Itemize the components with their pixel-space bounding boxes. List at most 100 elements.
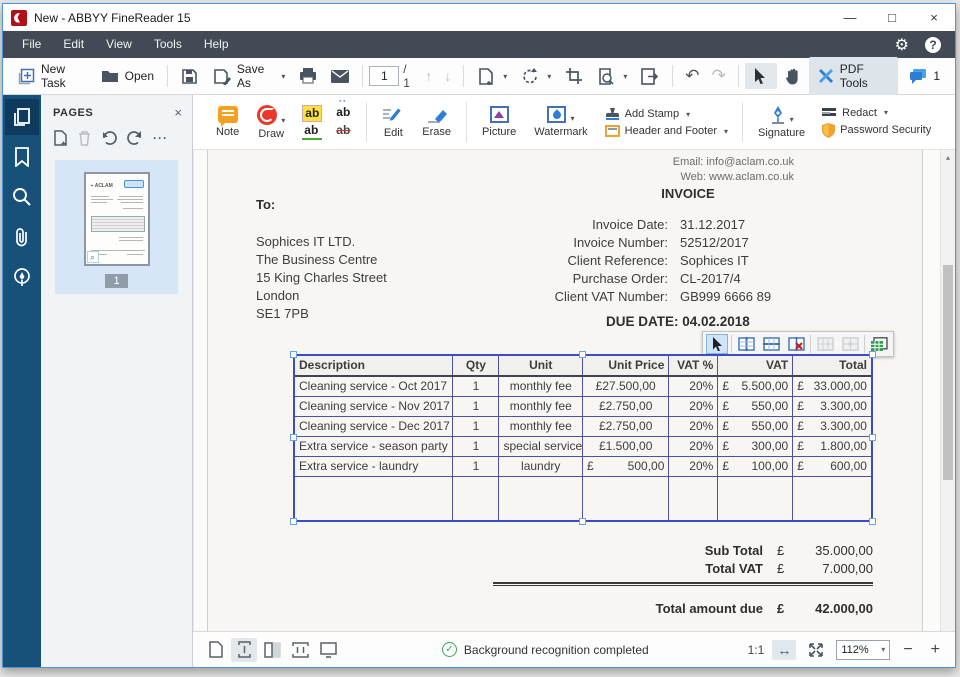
draw-button[interactable]: ▾ Draw <box>248 103 294 142</box>
redact-caret-icon[interactable]: ▾ <box>884 108 888 117</box>
region-handle[interactable] <box>869 434 876 441</box>
view-single-page-button[interactable] <box>203 638 229 662</box>
view-continuous-button[interactable] <box>231 637 257 662</box>
delete-page-icon[interactable] <box>78 130 91 146</box>
undo-button[interactable]: ↶ <box>679 64 705 88</box>
pages-more-icon[interactable]: ··· <box>153 131 168 145</box>
crop-button[interactable] <box>558 63 590 89</box>
pages-panel-close-icon[interactable]: × <box>174 105 182 120</box>
edit-button[interactable]: Edit <box>373 104 413 141</box>
help-icon[interactable]: ? <box>925 36 941 53</box>
menu-view[interactable]: View <box>95 31 143 58</box>
rail-pages-button[interactable] <box>5 99 39 135</box>
rail-bookmarks-button[interactable] <box>5 139 39 175</box>
menu-file[interactable]: File <box>11 31 52 58</box>
rotate-left-icon[interactable] <box>101 130 117 146</box>
split-cells-button[interactable] <box>839 334 861 354</box>
zoom-in-button[interactable]: + <box>926 641 945 659</box>
scrollbar-thumb[interactable] <box>943 265 953 480</box>
comments-button[interactable]: 1 <box>902 63 947 89</box>
page-number-input[interactable] <box>369 66 400 86</box>
search-page-button[interactable]: ▾ <box>590 63 634 89</box>
header-footer-caret-icon[interactable]: ▾ <box>724 127 728 136</box>
print-button[interactable] <box>292 63 324 89</box>
save-as-button[interactable]: Save As ▾ <box>206 58 292 94</box>
region-handle[interactable] <box>869 351 876 358</box>
header-footer-button[interactable]: Header and Footer ▾ <box>604 125 728 137</box>
region-handle[interactable] <box>290 434 297 441</box>
menu-tools[interactable]: Tools <box>143 31 193 58</box>
email-button[interactable] <box>324 63 356 89</box>
scroll-up-icon[interactable]: ▴ <box>941 150 955 165</box>
menu-edit[interactable]: Edit <box>52 31 95 58</box>
fit-width-button[interactable]: ↔ <box>772 639 797 660</box>
region-handle[interactable] <box>579 351 586 358</box>
draw-caret-icon[interactable]: ▾ <box>281 116 285 125</box>
main-toolbar: New Task Open Save As ▾ 1 / 1 ↑ ↓ ▾ ▾ ▾ … <box>3 57 955 95</box>
add-pages-caret-icon[interactable]: ▾ <box>503 72 507 81</box>
pdf-tools-button[interactable]: PDF Tools <box>808 57 899 95</box>
page-thumbnail[interactable]: ⌁ ACLAM ⌕ <box>83 172 150 266</box>
merge-cells-button[interactable] <box>814 334 836 354</box>
add-pages-button[interactable]: ▾ <box>470 63 514 89</box>
signature-button[interactable]: ▾ Signature <box>749 103 814 141</box>
insert-text-button[interactable]: ab <box>334 98 352 122</box>
zoom-select[interactable]: 112% ▾ <box>836 639 891 660</box>
view-fullscreen-button[interactable] <box>315 638 341 662</box>
redact-button[interactable]: Redact ▾ <box>822 107 931 119</box>
view-facing-button[interactable] <box>259 638 285 662</box>
open-button[interactable]: Open <box>94 63 161 89</box>
rotate-caret-icon[interactable]: ▾ <box>547 72 551 81</box>
table-select-tool-button[interactable] <box>706 334 728 354</box>
fit-page-button[interactable] <box>804 641 828 659</box>
add-page-icon[interactable] <box>53 130 68 146</box>
maximize-button[interactable]: □ <box>871 4 913 31</box>
rail-signature-button[interactable] <box>5 259 39 295</box>
strikethrough-button[interactable]: ab <box>334 123 352 140</box>
delete-separator-button[interactable] <box>785 334 807 354</box>
underline-button[interactable]: ab <box>302 123 323 140</box>
menu-help[interactable]: Help <box>193 31 240 58</box>
page-thumbnail-selection: ⌁ ACLAM ⌕ 1 <box>55 160 178 294</box>
password-security-button[interactable]: Password Security <box>822 122 931 138</box>
signature-caret-icon[interactable]: ▾ <box>790 115 794 124</box>
minimize-button[interactable]: — <box>829 4 871 31</box>
view-facing-continuous-button[interactable] <box>287 638 313 662</box>
region-handle[interactable] <box>290 518 297 525</box>
totals-divider <box>493 582 873 586</box>
vertical-scrollbar[interactable]: ▴ <box>940 150 955 631</box>
hand-tool-button[interactable] <box>777 63 809 89</box>
new-task-button[interactable]: New Task <box>11 58 94 94</box>
region-handle[interactable] <box>869 518 876 525</box>
previous-page-button[interactable]: ↑ <box>419 66 438 86</box>
add-stamp-button[interactable]: Add Stamp ▾ <box>605 107 728 121</box>
erase-button[interactable]: Erase <box>413 104 460 140</box>
split-rows-button[interactable] <box>760 334 782 354</box>
region-handle[interactable] <box>290 351 297 358</box>
select-tool-button[interactable] <box>744 63 777 89</box>
split-columns-button[interactable] <box>735 334 757 354</box>
rotate-right-icon[interactable] <box>127 130 143 146</box>
rail-search-button[interactable] <box>5 179 39 215</box>
highlight-button[interactable]: ab <box>302 104 323 122</box>
note-button[interactable]: Note <box>207 104 248 140</box>
actual-size-button[interactable]: 1:1 <box>748 643 765 657</box>
rail-attachments-button[interactable] <box>5 219 39 255</box>
close-button[interactable]: × <box>913 4 955 31</box>
page-number-badge[interactable]: 1 <box>105 274 128 288</box>
invoice-table-region[interactable]: Description Qty Unit Unit Price VAT % VAT Tota… <box>290 351 876 525</box>
convert-button[interactable] <box>634 63 666 89</box>
search-page-caret-icon[interactable]: ▾ <box>623 72 627 81</box>
add-stamp-caret-icon[interactable]: ▾ <box>686 110 690 119</box>
picture-button[interactable]: Picture <box>473 104 525 140</box>
watermark-caret-icon[interactable]: ▾ <box>570 114 574 123</box>
rotate-button[interactable]: ▾ <box>514 63 558 89</box>
zoom-out-button[interactable]: − <box>898 641 917 659</box>
settings-gear-icon[interactable]: ⚙ <box>895 35 909 55</box>
region-handle[interactable] <box>579 518 586 525</box>
save-button[interactable] <box>174 63 206 89</box>
next-page-button[interactable]: ↓ <box>438 66 457 86</box>
redo-button[interactable]: ↷ <box>705 64 731 88</box>
save-as-caret-icon[interactable]: ▾ <box>281 72 285 81</box>
watermark-button[interactable]: ▾ Watermark <box>525 104 596 140</box>
